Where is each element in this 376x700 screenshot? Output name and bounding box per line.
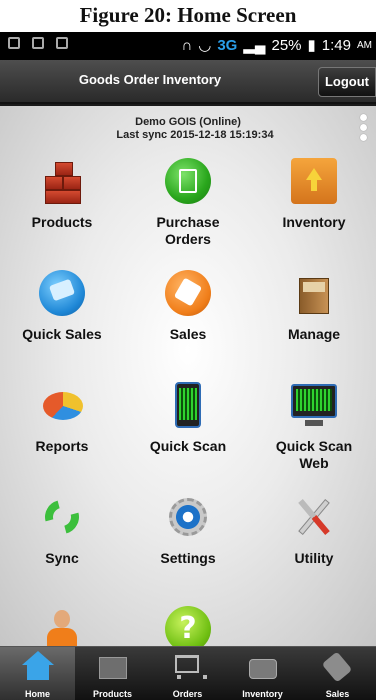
tile-purchase-orders[interactable]: Purchase Orders — [126, 158, 250, 248]
notification-icons — [8, 37, 68, 49]
phone-screen: ∩ ◡ 3G ▂▄ 25% ▮ 1:49 AM Goods Order Inve… — [0, 32, 376, 700]
nav-label: Sales — [325, 689, 350, 699]
home-icon — [21, 651, 55, 681]
sync-icon — [38, 493, 86, 541]
gear-icon — [165, 494, 211, 540]
cabinet-icon — [291, 270, 337, 316]
tile-manage[interactable]: Manage — [252, 270, 376, 343]
tile-reports[interactable]: Reports — [0, 382, 124, 455]
home-dashboard: Demo GOIS (Online) Last sync 2015-12-18 … — [0, 106, 376, 646]
nav-label: Products — [92, 689, 132, 699]
image-icon — [32, 37, 44, 49]
nav-label: Inventory — [242, 689, 283, 699]
app-titlebar: Goods Order Inventory Logout — [0, 60, 376, 104]
battery-icon: ▮ — [307, 37, 316, 54]
barcode-scanner-icon — [165, 382, 211, 428]
box-icon — [96, 651, 130, 681]
tile-label: Products — [31, 214, 93, 230]
nav-products[interactable]: Products — [75, 647, 150, 700]
figure-caption: Figure 20: Home Screen — [79, 3, 297, 27]
wifi-icon: ◡ — [198, 37, 212, 54]
tile-help[interactable]: ? — [126, 606, 250, 646]
tile-sales[interactable]: Sales — [126, 270, 250, 343]
nav-orders[interactable]: Orders — [150, 647, 225, 700]
tile-label: Quick Sales — [22, 326, 102, 342]
pie-chart-icon — [39, 382, 85, 428]
nav-inventory[interactable]: Inventory — [225, 647, 300, 700]
tile-label: Settings — [160, 550, 216, 566]
sale-tag-icon — [39, 270, 85, 316]
tray-icon — [246, 651, 280, 681]
tile-label: Inventory — [282, 214, 346, 230]
logout-button[interactable]: Logout — [318, 67, 376, 97]
headphones-icon: ∩ — [181, 36, 193, 54]
lock-icon — [8, 37, 20, 49]
signal-icon: ▂▄ — [243, 37, 266, 54]
tile-quick-sales[interactable]: Quick Sales — [0, 270, 124, 343]
battery-percent: 25% — [271, 36, 302, 54]
tile-label: Purchase Orders — [156, 214, 220, 247]
tile-label: Quick Scan — [149, 438, 227, 454]
tile-utility[interactable]: Utility — [252, 494, 376, 567]
nav-label: Home — [24, 689, 50, 699]
tile-inventory[interactable]: Inventory — [252, 158, 376, 231]
help-icon: ? — [165, 606, 211, 646]
boxes-icon — [39, 158, 85, 204]
tile-quick-scan-web[interactable]: Quick Scan Web — [252, 382, 376, 472]
tag-icon — [321, 651, 355, 683]
app-title: Goods Order Inventory — [78, 72, 222, 87]
clock-ampm: AM — [357, 39, 372, 51]
record-icon — [56, 37, 68, 49]
tile-person[interactable] — [0, 606, 124, 646]
tile-products[interactable]: Products — [0, 158, 124, 231]
status-bar: ∩ ◡ 3G ▂▄ 25% ▮ 1:49 AM — [0, 32, 376, 60]
tools-icon — [291, 494, 337, 540]
tile-label: Sync — [45, 550, 79, 566]
clock-time: 1:49 — [321, 36, 351, 54]
bottom-navigation: Home Products Orders Inventory Sales — [0, 646, 376, 700]
cart-icon — [171, 651, 207, 681]
status-info: ∩ ◡ 3G ▂▄ 25% ▮ 1:49 AM — [181, 36, 372, 55]
tile-label: Reports — [35, 438, 89, 454]
network-type: 3G — [217, 36, 238, 54]
person-icon — [39, 606, 85, 646]
barcode-monitor-icon — [291, 382, 337, 428]
nav-home[interactable]: Home — [0, 647, 75, 700]
tile-settings[interactable]: Settings — [126, 494, 250, 567]
calculator-icon — [165, 158, 211, 204]
price-tag-icon — [165, 270, 211, 316]
tile-label: Quick Scan Web — [275, 438, 353, 471]
tile-label: Manage — [287, 326, 341, 342]
nav-sales[interactable]: Sales — [300, 647, 376, 700]
menu-grid: Products Purchase Orders Inventory Quick… — [0, 106, 376, 646]
nav-label: Orders — [172, 689, 203, 699]
tile-label: Utility — [294, 550, 334, 566]
box-arrow-icon — [291, 158, 337, 204]
tile-quick-scan[interactable]: Quick Scan — [126, 382, 250, 455]
tile-sync[interactable]: Sync — [0, 493, 124, 567]
tile-label: Sales — [169, 326, 207, 342]
